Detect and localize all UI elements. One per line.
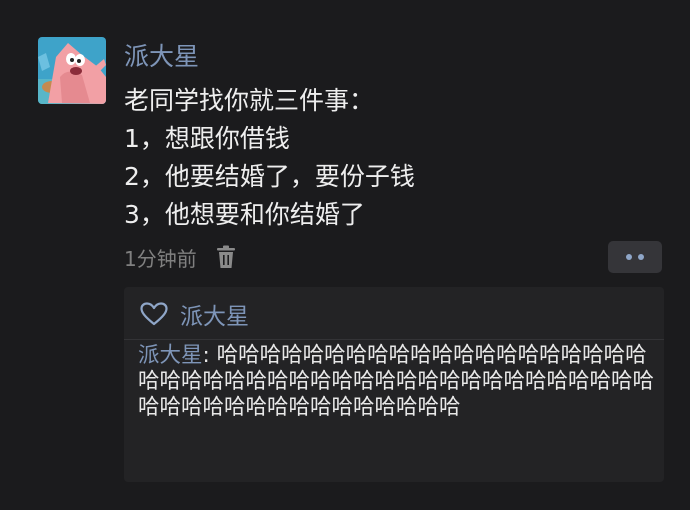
patrick-star-avatar[interactable] xyxy=(38,37,106,104)
heart-icon xyxy=(140,302,168,326)
moments-post: 派大星 老同学找你就三件事： 1，想跟你借钱 2，他要结婚了，要份子钱 3，他想… xyxy=(0,0,690,510)
post-meta: 1分钟前 xyxy=(124,240,239,274)
more-dots-icon xyxy=(626,254,644,260)
avatar-image xyxy=(38,37,106,104)
interaction-panel: 派大星 派大星: 哈哈哈哈哈哈哈哈哈哈哈哈哈哈哈哈哈哈哈哈哈哈哈哈哈哈哈哈哈哈哈… xyxy=(124,287,664,482)
delete-button[interactable] xyxy=(213,243,239,271)
post-line: 2，他要结婚了，要份子钱 xyxy=(124,162,415,191)
post-content: 老同学找你就三件事： 1，想跟你借钱 2，他要结婚了，要份子钱 3，他想要和你结… xyxy=(124,82,664,234)
more-actions-button[interactable] xyxy=(608,241,662,273)
comment-author[interactable]: 派大星 xyxy=(138,343,203,368)
post-timestamp: 1分钟前 xyxy=(124,246,197,271)
post-author-name[interactable]: 派大星 xyxy=(124,40,199,74)
post-line: 1，想跟你借钱 xyxy=(124,124,290,153)
divider xyxy=(124,339,664,340)
comment-separator: : xyxy=(202,343,217,368)
likes-row: 派大星 xyxy=(140,297,249,331)
post-line: 3，他想要和你结婚了 xyxy=(124,200,365,229)
post-line: 老同学找你就三件事： xyxy=(124,86,375,115)
comment-item[interactable]: 派大星: 哈哈哈哈哈哈哈哈哈哈哈哈哈哈哈哈哈哈哈哈哈哈哈哈哈哈哈哈哈哈哈哈哈哈哈… xyxy=(138,343,660,421)
liker-name[interactable]: 派大星 xyxy=(180,297,249,331)
trash-icon xyxy=(216,245,235,268)
